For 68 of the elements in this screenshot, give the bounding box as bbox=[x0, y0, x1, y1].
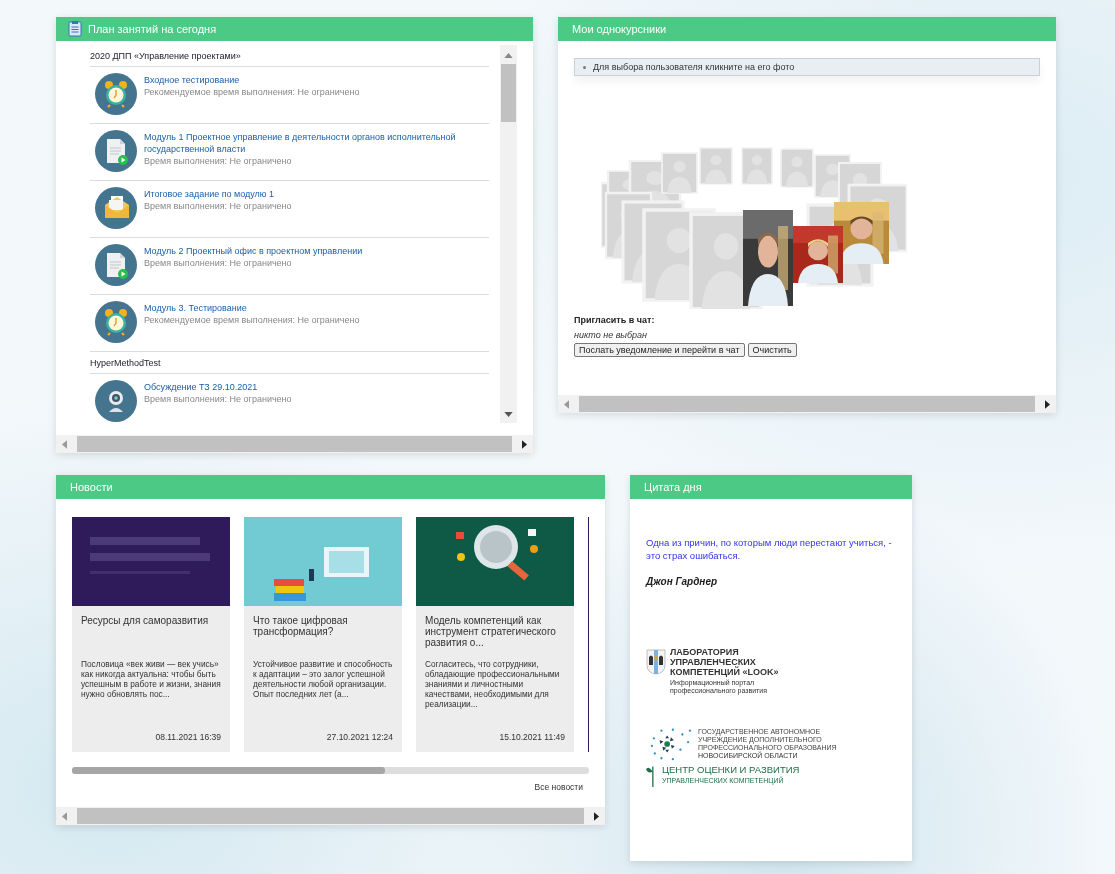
activity-note: Время выполнения: Не ограничено bbox=[144, 155, 293, 167]
activity-link[interactable]: Входное тестирование bbox=[144, 74, 360, 86]
scroll-down-icon[interactable] bbox=[504, 412, 513, 417]
scroll-thumb[interactable] bbox=[77, 808, 584, 824]
scroll-right-icon[interactable] bbox=[522, 439, 527, 449]
all-news-link[interactable]: Все новости bbox=[534, 782, 583, 792]
news-excerpt: Устойчивое развитие и способность к адаптации – это залог успешной деятельности любой организации. Опыт последних лет (а... bbox=[253, 659, 393, 701]
news-title: Модель компетенций как инструмент стратегического развития о... bbox=[425, 615, 557, 650]
horizontal-scrollbar[interactable] bbox=[56, 435, 533, 453]
activity-note: Время выполнения: Не ограничено bbox=[144, 257, 293, 269]
group-title: 2020 ДПП «Управление проектами» bbox=[90, 45, 489, 67]
horizontal-scrollbar[interactable] bbox=[56, 807, 605, 825]
quote-author: Джон Гарднер bbox=[646, 576, 719, 587]
alarm-clock-icon bbox=[95, 73, 137, 115]
news-title: Ресурсы для саморазвития bbox=[81, 615, 210, 628]
news-title: Что такое цифровая трансформация? bbox=[253, 615, 349, 639]
activity-link[interactable]: Модуль 1 Проектное управление в деятельности органов исполнительной государственной власти bbox=[144, 131, 489, 155]
activity-link[interactable]: Обсуждение ТЗ 29.10.2021 bbox=[144, 381, 292, 393]
news-date: 27.10.2021 12:24 bbox=[325, 732, 393, 742]
logo-text: КОМПЕТЕНЦИЙ «LOOK» bbox=[670, 667, 779, 677]
scroll-left-icon[interactable] bbox=[564, 399, 569, 409]
logo-text: ЦЕНТР ОЦЕНКИ И РАЗВИТИЯ bbox=[662, 764, 800, 776]
vertical-scrollbar[interactable] bbox=[500, 45, 517, 423]
activity-note: Время выполнения: Не ограничено bbox=[144, 393, 292, 405]
horizontal-scrollbar[interactable] bbox=[558, 395, 1056, 413]
horizontal-scrollbar[interactable] bbox=[72, 767, 589, 774]
panel-title: Цитата дня bbox=[644, 481, 702, 493]
scroll-up-icon[interactable] bbox=[504, 53, 513, 58]
news-excerpt: Пословица «век живи — век учись» как никогда актуальна: чтобы быть успешным в работе и жизни, знания нужно обновлять пос... bbox=[81, 659, 221, 701]
panel-title: Новости bbox=[70, 481, 113, 493]
scroll-right-icon[interactable] bbox=[1045, 399, 1050, 409]
invite-value: никто не выбран bbox=[574, 330, 648, 340]
scroll-left-icon[interactable] bbox=[62, 811, 67, 821]
activity-link[interactable]: Модуль 2 Проектный офис в проектном управлении bbox=[144, 245, 363, 257]
hint-text: Для выбора пользователя кликните на его фото bbox=[593, 62, 795, 72]
news-card[interactable] bbox=[416, 517, 574, 752]
scroll-thumb[interactable] bbox=[77, 436, 512, 452]
webcam-icon bbox=[95, 380, 137, 422]
activity-link[interactable]: Модуль 3. Тестирование bbox=[144, 302, 360, 314]
scroll-thumb[interactable] bbox=[579, 396, 1035, 412]
news-date: 08.11.2021 16:39 bbox=[154, 732, 221, 742]
news-card[interactable]: Ресурсы для саморазвития Пословица «век живи — век учись» как никогда актуальна: чтобы быть успешным в работе и жизни, знания нужно обновлять пос... 08.11.2021 16:39 bbox=[72, 517, 230, 752]
panel-title: План занятий на сегодня bbox=[88, 23, 217, 35]
scroll-right-icon[interactable] bbox=[594, 811, 599, 821]
alarm-clock-icon bbox=[95, 301, 137, 343]
news-card[interactable]: Что такое цифровая трансформация? Устойчивое развитие и способность к адаптации – это залог успешной деятельности любой организации. Опыт последних лет (а... 27.10.2021 12:24 bbox=[244, 517, 402, 752]
activity-note: Время выполнения: Не ограничено bbox=[144, 200, 292, 212]
document-icon bbox=[95, 244, 137, 286]
panel-title: Мои однокурсники bbox=[572, 23, 667, 35]
form-button[interactable]: Очистить bbox=[747, 343, 797, 357]
group-title: HyperMethodTest bbox=[90, 352, 489, 374]
logo-text: УПРАВЛЕНЧЕСКИХ bbox=[670, 657, 757, 667]
clipboard-icon bbox=[68, 21, 82, 37]
document-icon bbox=[95, 130, 137, 172]
activity-note: Рекомендуемое время выполнения: Не ограничено bbox=[144, 86, 360, 98]
scroll-thumb[interactable] bbox=[501, 64, 516, 122]
logo-text: ЛАБОРАТОРИЯ bbox=[670, 647, 740, 657]
activity-link[interactable]: Итоговое задание по модулю 1 bbox=[144, 188, 292, 200]
coat-of-arms-icon bbox=[646, 649, 666, 675]
news-excerpt: Согласитесь, что сотрудники, обладающие профессиональными знаниями и личностными качествами, необходимыми для реализации... bbox=[425, 659, 561, 711]
quote-text: Одна из причин, по которым люди перестают учиться, - это страх ошибаться. bbox=[646, 536, 893, 562]
envelope-icon bbox=[95, 187, 137, 229]
news-date: 15.10.2021 11:49 bbox=[498, 732, 565, 742]
form-button[interactable]: Послать уведомление и перейти в чат bbox=[574, 343, 745, 357]
scroll-left-icon[interactable] bbox=[62, 439, 67, 449]
activity-note: Рекомендуемое время выполнения: Не ограничено bbox=[144, 314, 360, 326]
invite-label: Пригласить в чат: bbox=[574, 315, 656, 325]
photo-carousel-drawing[interactable] bbox=[601, 146, 907, 309]
